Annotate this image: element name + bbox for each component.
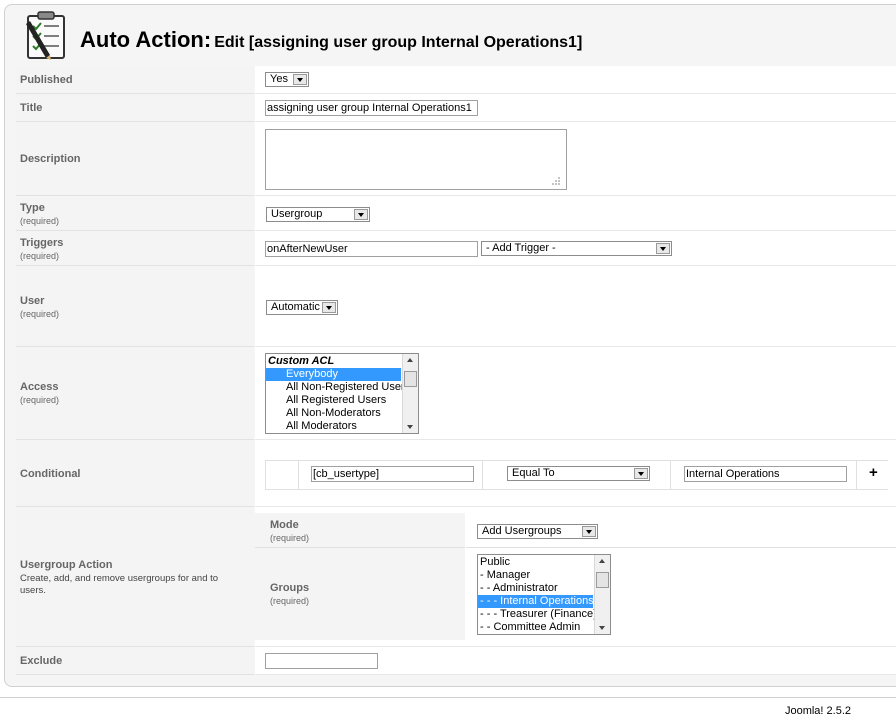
description-label: Description <box>20 153 81 165</box>
footer-divider <box>0 697 896 698</box>
access-group-header: Custom ACL <box>268 355 335 367</box>
row-description: Description <box>16 122 896 196</box>
usergroup-action-label: Usergroup Action <box>20 559 113 571</box>
row-user: User (required) Automatic <box>16 266 896 347</box>
conditional-operator-select[interactable]: Equal To <box>507 466 650 481</box>
checklist-pen-icon <box>26 11 65 60</box>
triggers-input[interactable]: onAfterNewUser <box>265 241 478 257</box>
conditional-table: [cb_usertype] Equal To Internal Operatio… <box>265 460 888 490</box>
row-type: Type (required) Usergroup <box>16 196 896 231</box>
user-label: User <box>20 295 45 307</box>
groups-option[interactable]: - - Committee Admin <box>478 621 610 634</box>
user-select[interactable]: Automatic <box>266 300 338 315</box>
add-trigger-value: - Add Trigger - <box>486 242 556 254</box>
required-note: (required) <box>270 596 310 606</box>
required-note: (required) <box>20 309 60 319</box>
groups-option[interactable]: - - - Treasurer (Finance) <box>478 608 610 621</box>
exclude-input[interactable] <box>265 653 378 669</box>
access-option[interactable]: Everybody <box>266 368 401 381</box>
triggers-label: Triggers <box>20 237 64 249</box>
chevron-down-icon <box>582 526 596 537</box>
scroll-thumb[interactable] <box>404 371 417 387</box>
description-textarea[interactable] <box>265 129 567 190</box>
resize-grip-icon[interactable] <box>551 176 561 186</box>
access-option[interactable]: All Non-Registered Users <box>266 381 418 394</box>
groups-option[interactable]: - Manager <box>478 569 610 582</box>
user-value: Automatic <box>271 301 320 313</box>
access-listbox[interactable]: Custom ACL Everybody All Non-Registered … <box>265 353 419 434</box>
groups-option[interactable]: Public <box>478 556 610 569</box>
chevron-down-icon <box>293 74 307 85</box>
type-value: Usergroup <box>271 208 323 220</box>
groups-scrollbar[interactable] <box>594 555 610 634</box>
row-triggers: Triggers (required) onAfterNewUser - Add … <box>16 231 896 266</box>
mode-value: Add Usergroups <box>482 525 562 537</box>
chevron-down-icon <box>634 468 648 479</box>
type-label: Type <box>20 202 45 214</box>
mode-label: Mode <box>270 519 299 531</box>
page-title: Auto Action: Edit [assigning user group … <box>80 27 582 53</box>
exclude-label: Exclude <box>20 655 63 667</box>
type-select[interactable]: Usergroup <box>266 207 370 222</box>
scroll-thumb[interactable] <box>596 572 609 588</box>
access-option[interactable]: All Registered Users <box>266 394 418 407</box>
conditional-value-input[interactable]: Internal Operations <box>684 466 847 482</box>
groups-option[interactable]: - - Administrator <box>478 582 610 595</box>
conditional-label: Conditional <box>20 468 81 480</box>
conditional-operator-value: Equal To <box>512 467 555 479</box>
published-value: Yes <box>270 73 288 85</box>
chevron-down-icon <box>656 243 670 254</box>
scroll-up-icon[interactable] <box>599 559 605 563</box>
row-title: Title assigning user group Internal Oper… <box>16 94 896 122</box>
row-published: Published Yes <box>16 66 896 94</box>
access-scrollbar[interactable] <box>402 354 418 433</box>
published-label: Published <box>20 74 73 86</box>
mode-select[interactable]: Add Usergroups <box>477 524 598 539</box>
groups-listbox[interactable]: Public - Manager - - Administrator - - -… <box>477 554 611 635</box>
access-option[interactable]: All Moderators <box>266 420 418 433</box>
page-header: Auto Action: Edit [assigning user group … <box>16 10 896 65</box>
row-exclude: Exclude <box>16 647 896 675</box>
title-sub: Edit [assigning user group Internal Oper… <box>214 34 583 51</box>
usergroup-action-description: Create, add, and remove usergroups for a… <box>20 573 219 596</box>
footer-version: Joomla! 2.5.2 <box>784 705 851 717</box>
groups-label: Groups <box>270 582 310 594</box>
row-access: Access (required) Custom ACL Everybody Al… <box>16 347 896 440</box>
required-note: (required) <box>20 395 60 405</box>
title-main: Auto Action: <box>80 27 212 52</box>
groups-option[interactable]: - - - Internal Operations <box>478 595 594 608</box>
add-condition-icon[interactable]: + <box>869 465 878 481</box>
chevron-down-icon <box>322 302 336 313</box>
title-label: Title <box>20 102 43 114</box>
add-trigger-select[interactable]: - Add Trigger - <box>481 241 672 256</box>
conditional-field-input[interactable]: [cb_usertype] <box>311 466 474 482</box>
required-note: (required) <box>20 251 60 261</box>
scroll-down-icon[interactable] <box>407 425 413 429</box>
row-usergroup-action: Usergroup Action Create, add, and remove… <box>16 507 896 647</box>
scroll-down-icon[interactable] <box>599 626 605 630</box>
required-note: (required) <box>270 533 310 543</box>
access-label: Access <box>20 381 59 393</box>
chevron-down-icon <box>354 209 368 220</box>
published-select[interactable]: Yes <box>265 72 309 87</box>
scroll-up-icon[interactable] <box>407 358 413 362</box>
title-input[interactable]: assigning user group Internal Operations… <box>265 100 478 116</box>
row-conditional: Conditional [cb_usertype] Equal To Inter… <box>16 440 896 507</box>
access-option[interactable]: All Non-Moderators <box>266 407 418 420</box>
required-note: (required) <box>20 216 60 226</box>
